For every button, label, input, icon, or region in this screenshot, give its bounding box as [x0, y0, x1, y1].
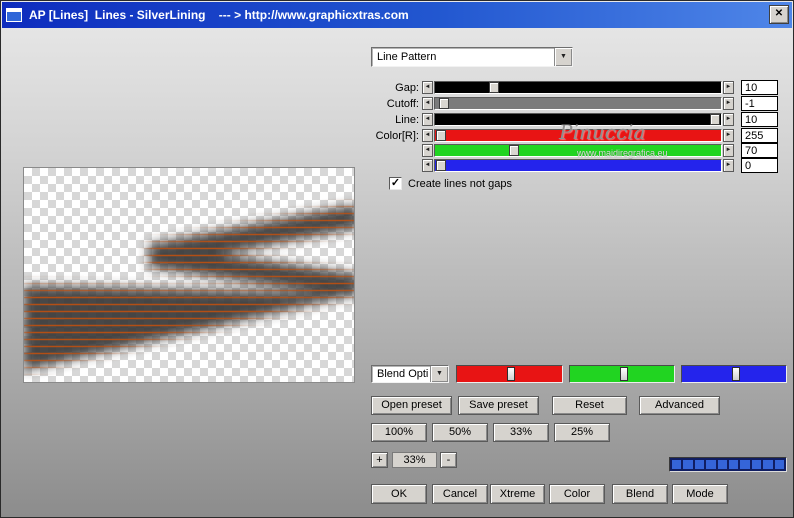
slider-label: Cutoff: — [386, 98, 419, 110]
red-channel-slider[interactable] — [456, 365, 563, 383]
close-button[interactable]: ✕ — [769, 5, 789, 24]
watermark-site: www.maidiregrafica.eu — [577, 148, 668, 158]
create-lines-checkbox-row: ✓ Create lines not gaps — [389, 177, 512, 190]
gap-slider-track[interactable] — [434, 81, 722, 94]
arrow-right-icon[interactable]: ► — [723, 129, 734, 142]
open-preset-button[interactable]: Open preset — [371, 396, 452, 415]
cutoff-slider-thumb[interactable] — [439, 98, 450, 109]
slider-label: Line: — [395, 114, 419, 126]
blend-options-select[interactable]: Blend Opti ▼ — [371, 365, 449, 383]
zigzag-preview-shape — [24, 168, 354, 382]
zoom-100-button[interactable]: 100% — [371, 423, 427, 442]
check-icon: ✓ — [390, 177, 401, 189]
color-r-value-field[interactable]: 255 — [741, 128, 778, 143]
slider-label: Gap: — [395, 82, 419, 94]
ok-button[interactable]: OK — [371, 484, 427, 504]
arrow-left-icon[interactable]: ◄ — [422, 159, 433, 172]
line-value-field[interactable]: 10 — [741, 112, 778, 127]
gap-value-field[interactable]: 10 — [741, 80, 778, 95]
progress-segment — [694, 460, 705, 469]
zoom-50-button[interactable]: 50% — [432, 423, 488, 442]
red-channel-thumb[interactable] — [507, 367, 516, 381]
slider-row-color-g: ◄ ► 70 — [371, 143, 779, 158]
color-b-slider-track[interactable] — [434, 159, 722, 172]
zoom-level-display: 33% — [392, 452, 437, 468]
create-lines-checkbox-label: Create lines not gaps — [408, 177, 512, 190]
arrow-left-icon[interactable]: ◄ — [422, 81, 433, 94]
color-r-slider-thumb[interactable] — [436, 130, 447, 141]
plugin-dialog: AP [Lines] Lines - SilverLining --- > ht… — [0, 0, 794, 518]
chevron-down-icon[interactable]: ▼ — [430, 366, 448, 382]
blend-button[interactable]: Blend — [612, 484, 668, 504]
save-preset-button[interactable]: Save preset — [458, 396, 539, 415]
zoom-in-button[interactable]: + — [371, 452, 388, 468]
advanced-button[interactable]: Advanced — [639, 396, 720, 415]
progress-segment — [774, 460, 785, 469]
window-title: AP [Lines] Lines - SilverLining --- > ht… — [29, 8, 409, 22]
zoom-out-button[interactable]: - — [440, 452, 457, 468]
color-button[interactable]: Color — [549, 484, 605, 504]
slider-row-gap: Gap: ◄ ► 10 — [371, 80, 779, 95]
arrow-right-icon[interactable]: ► — [723, 81, 734, 94]
color-g-slider-thumb[interactable] — [509, 145, 520, 156]
green-channel-slider[interactable] — [569, 365, 675, 383]
arrow-left-icon[interactable]: ◄ — [422, 144, 433, 157]
pattern-select-value: Line Pattern — [377, 51, 437, 63]
cancel-button[interactable]: Cancel — [432, 484, 488, 504]
slider-row-cutoff: Cutoff: ◄ ► -1 — [371, 96, 779, 111]
chevron-down-icon[interactable]: ▼ — [554, 48, 572, 66]
watermark-name: Pinuccia — [559, 120, 646, 144]
line-slider-thumb[interactable] — [709, 114, 720, 125]
blend-options-value: Blend Opti — [377, 368, 429, 380]
color-b-value-field[interactable]: 0 — [741, 158, 778, 173]
slider-row-color-b: ◄ ► 0 — [371, 158, 779, 173]
cutoff-slider-track[interactable] — [434, 97, 722, 110]
progress-segment — [729, 460, 739, 469]
blue-channel-thumb[interactable] — [731, 367, 740, 381]
progress-segment — [763, 460, 773, 469]
zoom-25-button[interactable]: 25% — [554, 423, 610, 442]
image-preview[interactable] — [23, 167, 355, 383]
arrow-right-icon[interactable]: ► — [723, 113, 734, 126]
color-g-value-field[interactable]: 70 — [741, 143, 778, 158]
reset-button[interactable]: Reset — [552, 396, 627, 415]
progress-segment — [706, 460, 716, 469]
app-icon — [6, 8, 22, 22]
cutoff-value-field[interactable]: -1 — [741, 96, 778, 111]
gap-slider-thumb[interactable] — [489, 82, 500, 93]
title-bar[interactable]: AP [Lines] Lines - SilverLining --- > ht… — [2, 2, 792, 28]
arrow-left-icon[interactable]: ◄ — [422, 129, 433, 142]
create-lines-checkbox[interactable]: ✓ — [389, 177, 402, 190]
green-channel-thumb[interactable] — [619, 367, 628, 381]
arrow-left-icon[interactable]: ◄ — [422, 113, 433, 126]
arrow-right-icon[interactable]: ► — [723, 144, 734, 157]
pattern-select[interactable]: Line Pattern ▼ — [371, 47, 573, 67]
arrow-right-icon[interactable]: ► — [723, 159, 734, 172]
blue-channel-slider[interactable] — [681, 365, 787, 383]
progress-segment — [717, 460, 728, 469]
progress-segment — [740, 460, 750, 469]
progress-bar — [669, 457, 787, 472]
zoom-33-button[interactable]: 33% — [493, 423, 549, 442]
arrow-left-icon[interactable]: ◄ — [422, 97, 433, 110]
progress-segment — [683, 460, 693, 469]
color-b-slider-thumb[interactable] — [436, 160, 447, 171]
xtreme-button[interactable]: Xtreme — [490, 484, 545, 504]
progress-segment — [672, 460, 682, 469]
close-icon: ✕ — [774, 8, 784, 19]
mode-button[interactable]: Mode — [672, 484, 728, 504]
arrow-right-icon[interactable]: ► — [723, 97, 734, 110]
progress-segment — [751, 460, 762, 469]
slider-label: Color[R]: — [375, 130, 419, 142]
